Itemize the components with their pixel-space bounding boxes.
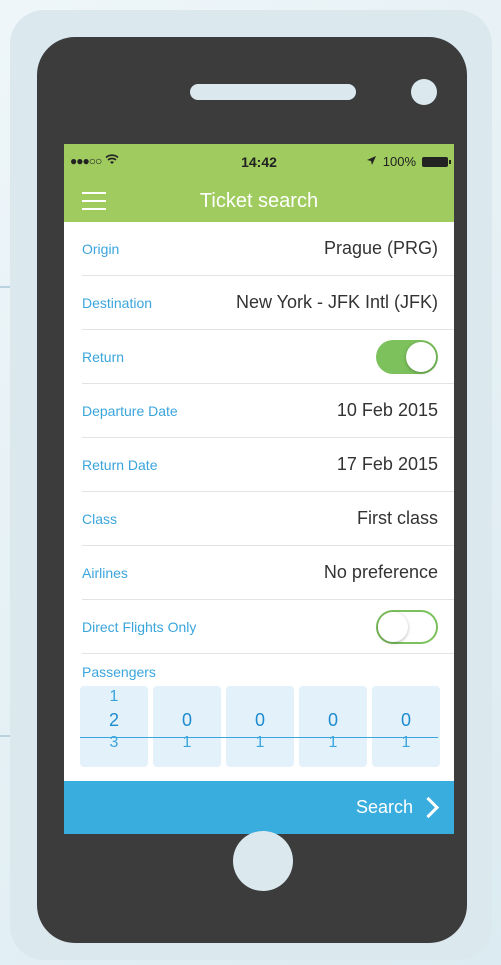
- passenger-picker-5[interactable]: 0 1: [372, 686, 440, 767]
- passenger-picker-3[interactable]: 0 1: [226, 686, 294, 767]
- airlines-value: No preference: [323, 562, 438, 582]
- status-bar: ●●●○○ 14:42 100%: [64, 144, 454, 180]
- departure-date-row[interactable]: Departure Date 10 Feb 2015: [82, 384, 454, 438]
- page-title: Ticket search: [199, 190, 319, 212]
- origin-label: Origin: [82, 240, 120, 257]
- passengers-label: Passengers: [82, 664, 156, 680]
- return-date-row[interactable]: Return Date 17 Feb 2015: [82, 438, 454, 492]
- chevron-right-icon: [417, 796, 440, 819]
- passenger-picker-2[interactable]: 0 1: [153, 686, 221, 767]
- return-label: Return: [82, 348, 125, 365]
- search-button[interactable]: Search: [64, 781, 454, 834]
- front-camera: [411, 79, 437, 105]
- departure-date-value: 10 Feb 2015: [336, 400, 438, 420]
- destination-row[interactable]: Destination New York - JFK Intl (JFK): [82, 276, 454, 330]
- search-button-label: Search: [355, 797, 413, 817]
- battery-icon: [422, 156, 451, 167]
- passenger-picker-4[interactable]: 0 1: [299, 686, 367, 767]
- passenger-pickers: 1 2 3 0 1 0 1 0 1 0 1: [80, 686, 440, 767]
- class-value: First class: [357, 508, 438, 528]
- nav-bar: Ticket search: [64, 180, 454, 222]
- search-form: Origin Prague (PRG) Destination New York…: [64, 222, 454, 654]
- return-toggle[interactable]: [376, 339, 438, 374]
- direct-flights-label: Direct Flights Only: [82, 618, 197, 635]
- return-date-label: Return Date: [82, 456, 158, 473]
- picker-selected-value: 2: [108, 710, 119, 730]
- battery-percentage: 100%: [382, 154, 416, 169]
- airlines-label: Airlines: [82, 564, 128, 581]
- phone-frame: ●●●○○ 14:42 100% Ticket search Origin Pr…: [37, 37, 467, 943]
- home-button[interactable]: [233, 831, 293, 891]
- origin-row[interactable]: Origin Prague (PRG): [82, 222, 454, 276]
- class-label: Class: [82, 510, 118, 527]
- return-row: Return: [82, 330, 454, 384]
- departure-date-label: Departure Date: [82, 402, 178, 419]
- origin-value: Prague (PRG): [323, 238, 438, 258]
- speaker-grille: [190, 84, 356, 100]
- toggle-knob: [378, 611, 408, 642]
- phone-screen: ●●●○○ 14:42 100% Ticket search Origin Pr…: [64, 144, 454, 834]
- location-arrow-icon: [366, 154, 377, 169]
- picker-selection-line: [80, 737, 438, 738]
- picker-selected-value: 0: [327, 710, 338, 730]
- picker-selected-value: 0: [181, 710, 192, 730]
- picker-option: 1: [109, 688, 119, 705]
- return-date-value: 17 Feb 2015: [336, 454, 438, 474]
- destination-value: New York - JFK Intl (JFK): [235, 292, 438, 312]
- direct-flights-row: Direct Flights Only: [82, 600, 454, 654]
- picker-selected-value: 0: [254, 710, 265, 730]
- passenger-picker-adults[interactable]: 1 2 3: [80, 686, 148, 767]
- destination-label: Destination: [82, 294, 153, 311]
- class-row[interactable]: Class First class: [82, 492, 454, 546]
- picker-selected-value: 0: [400, 710, 411, 730]
- toggle-knob: [406, 341, 436, 372]
- direct-flights-toggle[interactable]: [376, 609, 438, 644]
- airlines-row[interactable]: Airlines No preference: [82, 546, 454, 600]
